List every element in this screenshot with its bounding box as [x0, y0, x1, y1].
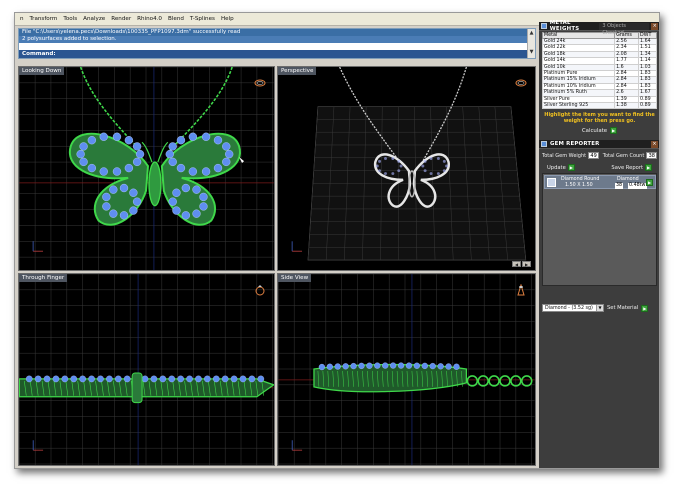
gem-action-row: Update ▶ Save Report ▶ — [547, 164, 652, 172]
gem-count: 38 — [615, 183, 624, 190]
update-go-button[interactable]: ▶ — [567, 164, 575, 172]
dropdown-icon[interactable]: ▼ — [596, 305, 603, 312]
material-select[interactable]: Diamond - (3.52 sg) ▼ — [542, 304, 604, 313]
butterfly-top — [68, 132, 241, 226]
set-material-go-button[interactable]: ▶ — [641, 304, 649, 312]
save-report-go-button[interactable]: ▶ — [645, 164, 652, 172]
gem-cut: Diamond Round — [561, 177, 600, 183]
menu-item[interactable]: Rhino4.0 — [134, 13, 165, 26]
side-view-scene — [278, 274, 535, 465]
table-row[interactable]: Silver Sterling 925 1.38 0.89 — [541, 102, 657, 110]
menu-item[interactable]: T-Splines — [187, 13, 218, 26]
viewport-title[interactable]: Perspective — [278, 67, 317, 75]
total-count-value: 38 — [646, 152, 657, 160]
viewport-strip — [18, 59, 536, 65]
menu-item[interactable]: Render — [108, 13, 134, 26]
total-weight-value: 49 — [588, 152, 599, 160]
rhino-window: n Transform Tools Analyze Render Rhino4.0 Blen… — [14, 12, 660, 469]
necklace-chain-links — [466, 375, 533, 387]
perspective-scene — [291, 67, 527, 261]
menu-item[interactable]: Analyze — [80, 13, 108, 26]
save-report-action: Save Report ▶ — [611, 164, 652, 172]
command-line-2: 2 polysurfaces added to selection. — [19, 36, 535, 43]
command-scrollbar[interactable]: ▲ ▼ — [527, 29, 535, 58]
ring-icon[interactable] — [514, 284, 528, 296]
menu-item[interactable]: Help — [218, 13, 237, 26]
calculate-label: Calculate — [581, 127, 608, 134]
gem-weight: 0.48tw — [628, 183, 647, 190]
metal-weights-header: METAL WEIGHTS 3 Objects Checked × — [539, 20, 659, 36]
scroll-down-icon[interactable]: ▼ — [528, 48, 535, 57]
calculate-row: Calculate ▶ — [539, 127, 659, 135]
gem-reporter-header: GEM REPORTER × — [539, 140, 659, 150]
objects-checked-status: 3 Objects Checked — [599, 22, 650, 36]
ring-icon[interactable] — [253, 77, 267, 89]
gem-reporter-title: GEM REPORTER — [550, 141, 600, 148]
scroll-up-icon[interactable]: ▲ — [528, 29, 535, 38]
viewport-perspective[interactable]: Perspective ◀ ▶ — [277, 66, 536, 271]
viewport-title[interactable]: Looking Down — [19, 67, 65, 75]
table-cell: Silver Sterling 925 — [541, 102, 616, 110]
top-view-scene — [19, 67, 274, 270]
save-report-label: Save Report — [611, 164, 643, 171]
total-weight-label: Total Gem Weight — [542, 152, 587, 159]
update-action: Update ▶ — [547, 164, 575, 172]
table-cell: 1.38 — [614, 102, 640, 110]
menu-item[interactable]: Blend — [165, 13, 187, 26]
ring-icon[interactable] — [514, 77, 528, 89]
viewport-looking-down[interactable]: Looking Down — [18, 66, 275, 271]
menu-item[interactable]: Transform — [27, 13, 61, 26]
menu-item[interactable]: n — [17, 13, 27, 26]
command-prompt[interactable]: Command: — [19, 50, 535, 58]
command-history[interactable]: File "C:\Users\yelena.pecs\Downloads\100… — [18, 28, 536, 59]
gem-thumbnail-icon — [547, 178, 556, 188]
ring-icon[interactable] — [253, 284, 267, 296]
viewport-title[interactable]: Through Finger — [19, 274, 68, 282]
butterfly-front — [19, 372, 274, 404]
front-view-scene — [19, 274, 274, 465]
gem-go-button[interactable]: ▶ — [646, 179, 653, 187]
metal-weights-hint: Highlight the item you want to find the … — [544, 112, 655, 125]
command-line-1: File "C:\Users\yelena.pecs\Downloads\100… — [19, 29, 535, 36]
gem-totals-row: Total Gem Weight 49 Total Gem Count 38 — [542, 152, 657, 160]
list-item[interactable]: Diamond Round 1.50 X 1.50 Diamond 38 0.4… — [544, 175, 656, 190]
calculate-go-button[interactable]: ▶ — [610, 127, 618, 135]
viewport-title[interactable]: Side View — [278, 274, 312, 282]
viewport-nav-tabs: ◀ ▶ — [512, 261, 531, 267]
set-material-label: Set Material — [607, 305, 639, 312]
metal-weights-table[interactable]: Metal Grams DWT Gold 24k 2.56 1.64 Gold 22k 2.… — [541, 32, 657, 110]
menu-item[interactable]: Tools — [60, 13, 80, 26]
gem-size: 1.50 X 1.50 — [565, 183, 593, 189]
total-count-label: Total Gem Count — [602, 152, 645, 159]
viewport-side-view[interactable]: Side View — [277, 273, 536, 466]
update-label: Update — [547, 164, 566, 171]
axis-icon — [291, 440, 303, 451]
plugin-side-panel: METAL WEIGHTS 3 Objects Checked × Metal G… — [539, 20, 659, 468]
material-select-value: Diamond - (3.52 sg) — [545, 306, 593, 312]
axis-icon — [32, 440, 44, 451]
gem-material: Diamond — [617, 177, 639, 183]
axis-icon — [32, 241, 44, 252]
panel-icon — [541, 141, 547, 148]
nav-right-icon[interactable]: ▶ — [522, 261, 531, 267]
viewport-through-finger[interactable]: Through Finger — [18, 273, 275, 466]
panel-icon — [541, 23, 547, 29]
axis-icon — [291, 241, 303, 252]
close-icon[interactable]: × — [651, 140, 658, 148]
gem-list[interactable]: Diamond Round 1.50 X 1.50 Diamond 38 0.4… — [542, 173, 657, 287]
nav-left-icon[interactable]: ◀ — [512, 261, 521, 267]
close-icon[interactable]: × — [651, 22, 659, 30]
table-cell: 0.89 — [638, 102, 657, 110]
butterfly-side — [313, 362, 468, 393]
metal-weights-title: METAL WEIGHTS — [549, 20, 580, 32]
material-row: Diamond - (3.52 sg) ▼ Set Material ▶ — [542, 304, 657, 313]
